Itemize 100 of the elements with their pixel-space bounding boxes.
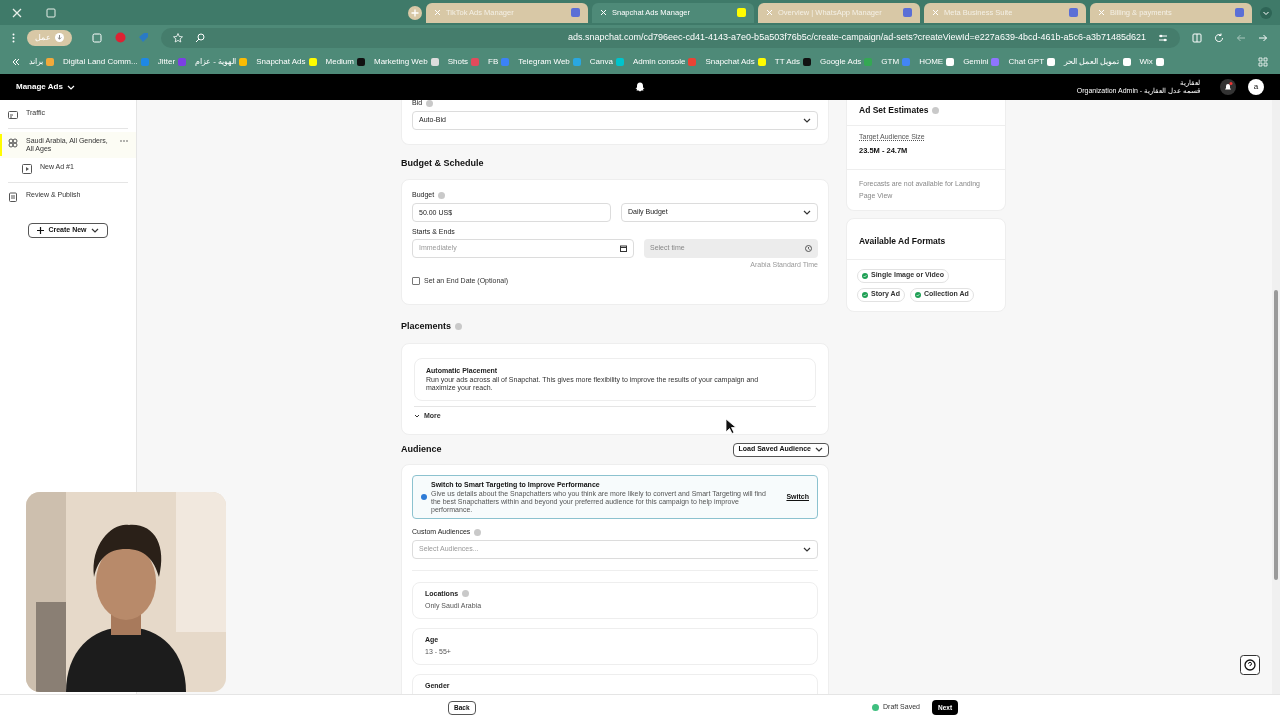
tab-list-icon[interactable] — [1260, 6, 1272, 19]
chevron-down-icon — [815, 447, 823, 452]
info-icon — [474, 528, 482, 536]
favicon-icon — [571, 8, 580, 17]
bookmark[interactable]: Telegram Web — [518, 56, 581, 68]
bell-icon[interactable] — [1220, 79, 1236, 95]
calendar-icon — [620, 245, 627, 252]
bookmark[interactable]: Wix — [1139, 56, 1164, 68]
new-tab-icon[interactable] — [408, 5, 422, 20]
close-icon — [12, 7, 22, 18]
download-icon — [55, 33, 64, 42]
avatar[interactable]: a — [1248, 79, 1264, 95]
bookmark[interactable]: Admin console — [632, 56, 697, 68]
favicon-icon — [991, 58, 1000, 66]
section-title: Audience — [401, 442, 442, 456]
info-icon — [426, 100, 434, 107]
reload-icon[interactable] — [1214, 32, 1224, 43]
check-circle-icon — [872, 704, 879, 711]
scrollbar-thumb[interactable] — [1274, 290, 1278, 580]
info-icon — [421, 493, 427, 500]
help-icon[interactable] — [1240, 655, 1260, 675]
settings-icon[interactable] — [1158, 32, 1168, 43]
play-icon — [22, 164, 32, 174]
favicon-icon — [178, 58, 187, 66]
info-icon — [932, 106, 940, 114]
favicon-icon — [903, 8, 912, 17]
chevron-down-icon — [90, 228, 99, 233]
favicon-icon — [1155, 58, 1164, 66]
bookmark[interactable]: Canva — [589, 56, 624, 68]
favicon-icon — [471, 58, 480, 66]
chevron-down-icon — [414, 414, 420, 419]
favicon-icon — [501, 58, 510, 66]
favicon-icon — [1235, 8, 1244, 17]
checkbox[interactable] — [412, 276, 420, 285]
bookmark[interactable]: Chat GPT — [1008, 56, 1056, 68]
bookmark[interactable]: الهوية - عزام — [195, 56, 248, 68]
favicon-icon — [1069, 8, 1078, 17]
favicon-icon — [357, 58, 365, 66]
bookmark[interactable]: Shots — [447, 56, 480, 68]
address-bar[interactable]: ads.snapchat.com/cd796eec-cd41-4143-a7e0-b5a503f76b5c/create-campaign/ad-sets?createViewId=e227a639-4bcd-461b-a5c6-a3b71485d621 — [161, 27, 1180, 48]
close-icon — [932, 9, 939, 16]
bookmark[interactable]: Jitter — [157, 56, 187, 68]
clock-icon — [805, 245, 812, 252]
plus-icon — [37, 227, 45, 234]
favicon-icon — [688, 58, 697, 66]
bookmark[interactable]: Digital Land Comm... — [63, 56, 149, 68]
chevron-down-icon — [66, 84, 75, 90]
chevron-down-icon — [803, 546, 811, 552]
check-circle-icon — [862, 291, 868, 298]
close-icon — [1098, 9, 1105, 16]
grid-icon[interactable] — [1258, 57, 1268, 67]
check-circle-icon — [914, 291, 921, 298]
favicon-icon — [308, 58, 317, 66]
forward-icon[interactable] — [1258, 32, 1268, 43]
favicon-icon — [1047, 58, 1056, 66]
close-icon — [600, 9, 607, 16]
chevron-down-icon — [803, 117, 811, 123]
more-icon[interactable] — [12, 32, 15, 43]
bookmark[interactable]: براند — [29, 56, 54, 68]
favicon-icon — [802, 58, 811, 66]
window-icon — [46, 7, 56, 18]
favicon-icon — [615, 58, 624, 66]
bookmark[interactable]: تمويل العمل الحر — [1064, 56, 1131, 68]
favicon-icon — [737, 8, 746, 17]
split-view-icon[interactable] — [1192, 32, 1202, 43]
chevron-down-icon — [803, 209, 811, 215]
bookmark[interactable]: GTM — [881, 56, 911, 68]
bookmark[interactable]: Snapchat Ads — [705, 56, 766, 68]
bookmark[interactable]: Snapchat Ads — [256, 56, 317, 68]
close-icon — [434, 9, 441, 16]
favicon-icon — [757, 58, 766, 66]
search-icon[interactable] — [195, 32, 205, 43]
favicon-icon — [1122, 58, 1131, 66]
section-title: Placements — [401, 320, 452, 333]
clipboard-icon — [8, 192, 18, 202]
star-icon[interactable] — [173, 32, 183, 43]
info-icon — [455, 323, 463, 331]
panel-title: Ad Set Estimates — [859, 104, 929, 117]
bookmark[interactable]: Marketing Web — [374, 56, 439, 68]
favicon-icon — [140, 58, 149, 66]
bookmark[interactable]: HOME — [919, 56, 955, 68]
favicon-icon — [864, 58, 873, 66]
bookmark[interactable]: TT Ads — [774, 56, 811, 68]
bookmark[interactable]: Medium — [325, 56, 365, 68]
bookmark[interactable]: FB — [488, 56, 510, 68]
chevrons-icon[interactable] — [12, 58, 20, 66]
folder-icon — [8, 110, 18, 120]
favicon-icon — [239, 58, 248, 66]
favicon-icon — [572, 58, 581, 66]
favicon-icon — [430, 58, 439, 66]
circles-icon — [8, 138, 18, 148]
section-title: Budget & Schedule — [401, 156, 484, 170]
favicon-icon — [902, 58, 911, 66]
close-icon — [766, 9, 773, 16]
bookmark[interactable]: Google Ads — [819, 56, 873, 68]
url-text: ads.snapchat.com/cd796eec-cd41-4143-a7e0-b5a503f76b5c/create-campaign/ad-sets?createViewId=e227a639-4bcd-461b-a5c6-a3b71485d621 — [568, 30, 1146, 44]
info-icon — [438, 191, 446, 199]
favicon-icon — [46, 58, 54, 66]
bookmark[interactable]: Gemini — [963, 56, 1000, 68]
manage-ads-menu[interactable]: Manage Ads — [16, 81, 75, 93]
